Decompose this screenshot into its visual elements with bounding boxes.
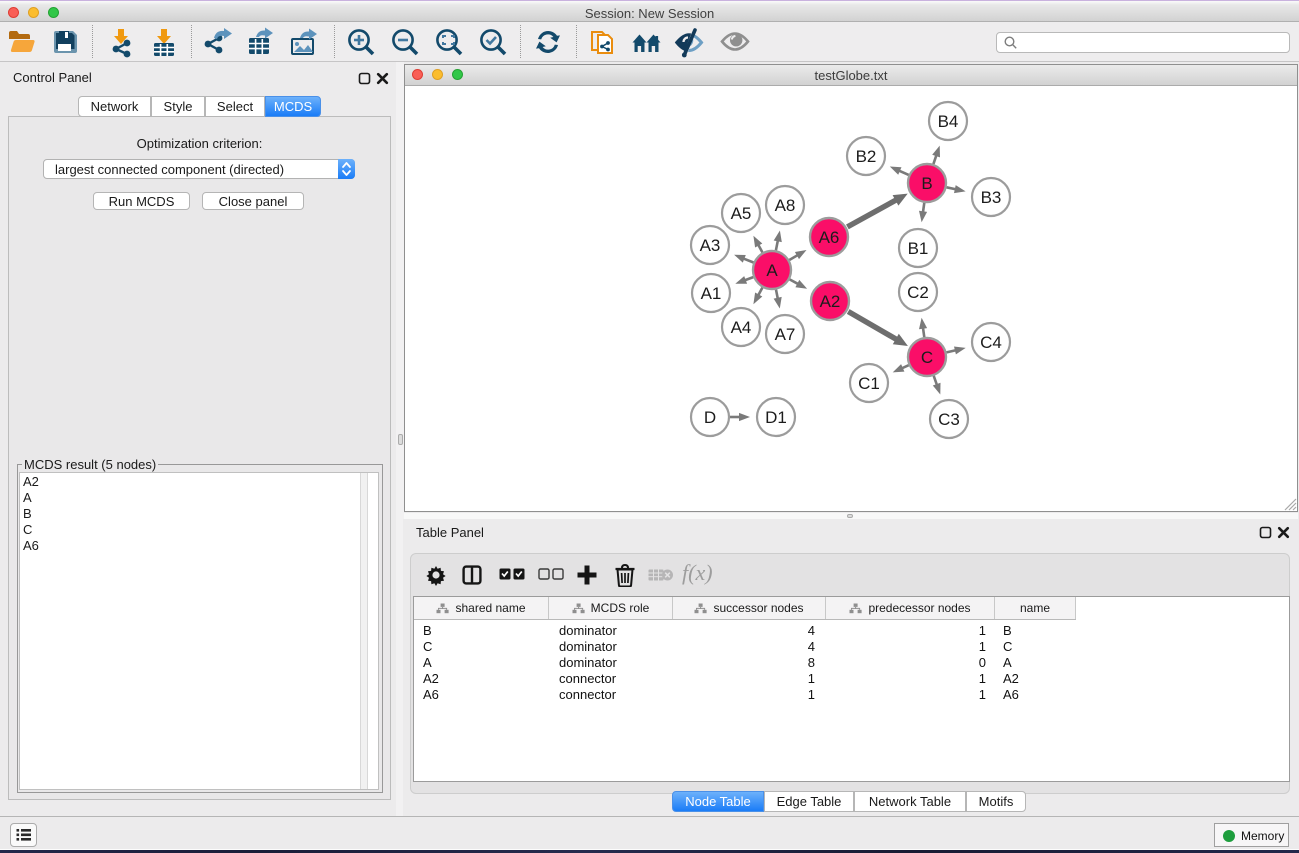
svg-text:B: B bbox=[921, 174, 932, 193]
svg-text:B1: B1 bbox=[908, 239, 929, 258]
svg-text:D1: D1 bbox=[765, 408, 787, 427]
svg-text:B2: B2 bbox=[856, 147, 877, 166]
svg-text:A4: A4 bbox=[731, 318, 752, 337]
svg-text:C3: C3 bbox=[938, 410, 960, 429]
svg-text:C1: C1 bbox=[858, 374, 880, 393]
svg-text:C4: C4 bbox=[980, 333, 1002, 352]
svg-text:C: C bbox=[921, 348, 933, 367]
svg-text:A1: A1 bbox=[701, 284, 722, 303]
svg-text:B3: B3 bbox=[981, 188, 1002, 207]
svg-text:D: D bbox=[704, 408, 716, 427]
svg-text:A3: A3 bbox=[700, 236, 721, 255]
svg-text:A: A bbox=[766, 261, 778, 280]
svg-text:A7: A7 bbox=[775, 325, 796, 344]
svg-text:A5: A5 bbox=[731, 204, 752, 223]
svg-text:A6: A6 bbox=[819, 228, 840, 247]
svg-text:B4: B4 bbox=[938, 112, 959, 131]
svg-text:C2: C2 bbox=[907, 283, 929, 302]
svg-text:A8: A8 bbox=[775, 196, 796, 215]
svg-text:A2: A2 bbox=[820, 292, 841, 311]
